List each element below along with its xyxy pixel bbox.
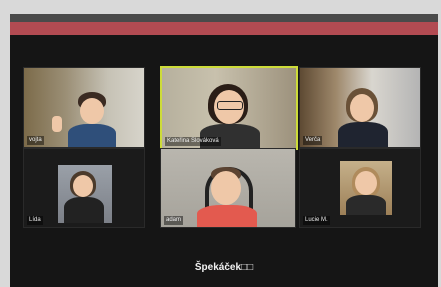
video-feed — [162, 68, 296, 148]
participant-tile-katerina[interactable]: Kateřina Slováková — [160, 66, 298, 150]
participant-tile-verca[interactable]: Verča — [299, 67, 421, 148]
participant-tile-vojta[interactable]: vojta — [23, 67, 145, 148]
participant-name: Lucie M. — [303, 216, 330, 225]
participant-tile-lida[interactable]: Lída — [23, 148, 145, 228]
top-toolbar — [10, 14, 438, 22]
participant-tile-adam[interactable]: adam — [160, 148, 296, 228]
participant-name: Lída — [27, 216, 43, 225]
participant-name: Kateřina Slováková — [165, 137, 221, 146]
glasses — [217, 101, 243, 110]
hand-wave — [52, 116, 62, 132]
meeting-title: Špekáček□□ — [194, 262, 254, 273]
accent-band — [10, 22, 438, 35]
video-call-window: vojta Kateřina Slováková Verča Lída adam… — [10, 14, 438, 287]
participant-tile-lucie[interactable]: Lucie M. — [299, 148, 421, 228]
participant-name: Verča — [303, 136, 323, 145]
participant-name: adam — [164, 216, 184, 225]
participant-name: vojta — [27, 136, 44, 145]
